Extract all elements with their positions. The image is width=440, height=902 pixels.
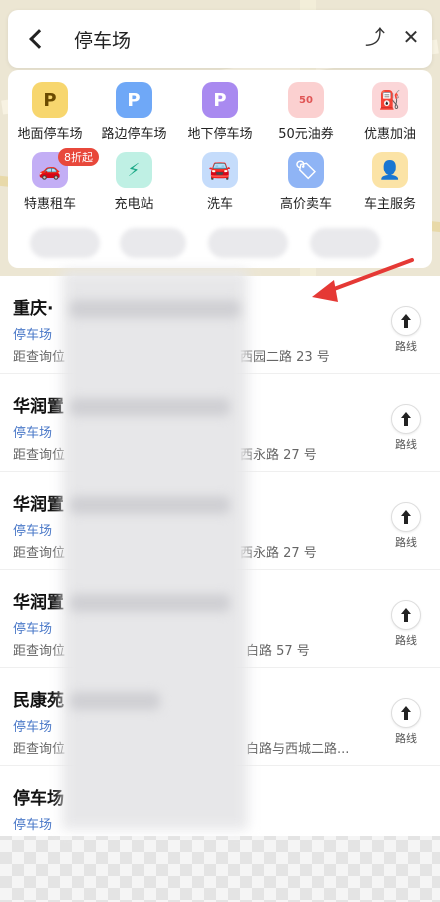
route-button[interactable] xyxy=(391,600,421,630)
result-distance: 距查询位 xyxy=(13,742,66,757)
share-icon[interactable]: ⤴ xyxy=(364,26,386,48)
route-arrow-icon xyxy=(401,706,411,720)
result-name: 民康苑 xyxy=(13,691,64,711)
category-discount-fuel[interactable]: ⛽ 优惠加油 xyxy=(348,82,432,142)
roadside-parking-icon: P xyxy=(116,82,152,118)
underground-parking-icon: P xyxy=(202,82,238,118)
category-label: 高价卖车 xyxy=(279,197,332,212)
result-name: 华润置 xyxy=(13,495,64,515)
privacy-blur xyxy=(70,692,160,710)
route-button[interactable] xyxy=(391,306,421,336)
privacy-blur xyxy=(70,398,230,416)
category-owner-service[interactable]: 👤 车主服务 xyxy=(348,152,432,212)
privacy-blur xyxy=(70,594,230,612)
sell-car-tag-icon: 🏷 xyxy=(288,152,324,188)
parking-P-icon: P xyxy=(32,82,68,118)
route-button[interactable] xyxy=(391,404,421,434)
route-label: 路线 xyxy=(395,438,417,451)
owner-service-icon: 👤 xyxy=(372,152,408,188)
result-category: 停车场 xyxy=(13,622,53,637)
result-distance: 距查询位 xyxy=(13,546,66,561)
category-underground-parking[interactable]: P 地下停车场 xyxy=(178,82,262,142)
category-label: 车主服务 xyxy=(363,197,416,212)
result-address: 白路与西城二路... xyxy=(246,742,350,757)
filter-chip[interactable] xyxy=(120,228,186,258)
result-name: 华润置 xyxy=(13,397,64,417)
category-label: 特惠租车 xyxy=(23,197,76,212)
privacy-blur xyxy=(62,270,248,830)
route-label: 路线 xyxy=(395,732,417,745)
category-label: 充电站 xyxy=(114,197,154,212)
route-label: 路线 xyxy=(395,340,417,353)
category-label: 优惠加油 xyxy=(363,127,416,142)
result-distance: 距查询位 xyxy=(13,448,66,463)
car-wash-icon: 🚘 xyxy=(202,152,238,188)
search-bar[interactable]: 停车场 ⤴ ✕ xyxy=(8,10,432,68)
privacy-blur xyxy=(70,300,240,318)
filter-chip[interactable] xyxy=(208,228,288,258)
fuel-coupon-icon: 50 xyxy=(288,82,324,118)
result-address: 西永路 27 号 xyxy=(240,546,317,561)
result-category: 停车场 xyxy=(13,524,53,539)
category-ground-parking[interactable]: P 地面停车场 xyxy=(8,82,92,142)
privacy-blur xyxy=(70,496,230,514)
category-sell-car[interactable]: 🏷 高价卖车 xyxy=(264,152,348,212)
fuel-pump-icon: ⛽ xyxy=(372,82,408,118)
route-button[interactable] xyxy=(391,502,421,532)
back-chevron-icon[interactable] xyxy=(29,29,49,49)
route-label: 路线 xyxy=(395,536,417,549)
result-address: 西永路 27 号 xyxy=(240,448,317,463)
category-label: 路边停车场 xyxy=(101,127,167,142)
category-label: 50元油券 xyxy=(278,127,334,142)
route-button[interactable] xyxy=(391,698,421,728)
search-query[interactable]: 停车场 xyxy=(74,26,131,53)
category-label: 地下停车场 xyxy=(187,127,253,142)
route-arrow-icon xyxy=(401,412,411,426)
result-name: 华润置 xyxy=(13,593,64,613)
close-icon[interactable]: ✕ xyxy=(400,26,422,48)
route-arrow-icon xyxy=(401,608,411,622)
result-distance: 距查询位 xyxy=(13,644,66,659)
annotation-arrow-icon xyxy=(312,258,414,302)
category-charging-station[interactable]: ⚡ 充电站 xyxy=(92,152,176,212)
category-fuel-coupon[interactable]: 50 50元油券 xyxy=(264,82,348,142)
category-roadside-parking[interactable]: P 路边停车场 xyxy=(92,82,176,142)
route-arrow-icon xyxy=(401,510,411,524)
charging-station-icon: ⚡ xyxy=(116,152,152,188)
result-category: 停车场 xyxy=(13,426,53,441)
result-address: 西园二路 23 号 xyxy=(240,350,330,365)
result-distance: 距查询位 xyxy=(13,350,66,365)
result-category: 停车场 xyxy=(13,818,53,833)
result-category: 停车场 xyxy=(13,720,53,735)
category-car-rental[interactable]: 🚗 8折起 特惠租车 xyxy=(8,148,99,212)
category-label: 洗车 xyxy=(206,197,233,212)
result-name: 停车场 xyxy=(13,789,64,809)
category-car-wash[interactable]: 🚘 洗车 xyxy=(178,152,262,212)
route-arrow-icon xyxy=(401,314,411,328)
route-label: 路线 xyxy=(395,634,417,647)
result-address: 白路 57 号 xyxy=(246,644,310,659)
result-name: 重庆· xyxy=(13,299,54,319)
category-label: 地面停车场 xyxy=(17,127,83,142)
result-category: 停车场 xyxy=(13,328,53,343)
filter-chip[interactable] xyxy=(30,228,100,258)
